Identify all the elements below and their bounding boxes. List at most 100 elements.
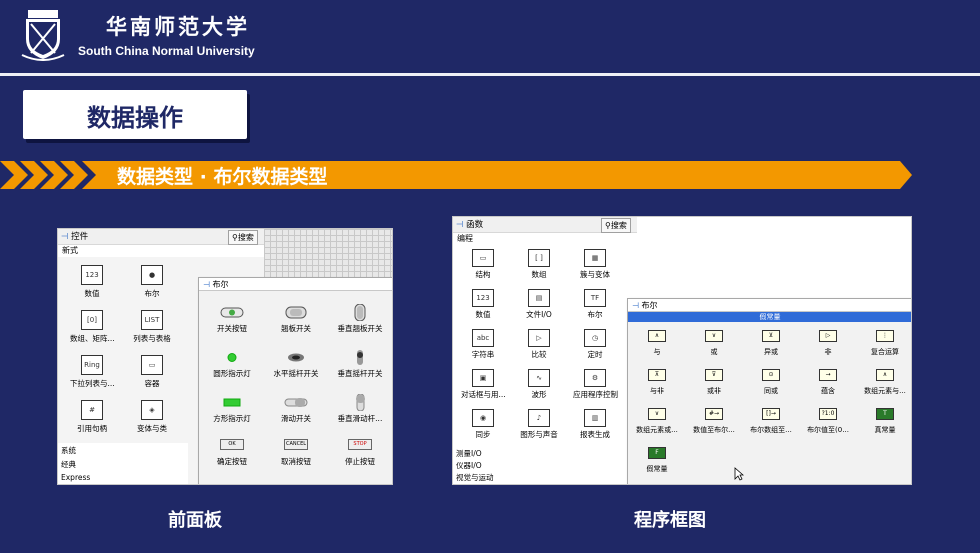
boolean-control[interactable]: 开关按钮 (200, 304, 264, 334)
boolean-control[interactable]: 垂直摇杆开关 (328, 349, 392, 379)
boolean-control[interactable]: 圆形指示灯 (200, 349, 264, 379)
boolean-function-icon: ⊼ (648, 369, 666, 381)
boolean-control[interactable]: 垂直翘板开关 (328, 303, 392, 334)
palette-item-icon: ▤ (528, 289, 550, 307)
boolean-control[interactable]: 滑动开关 (264, 394, 328, 424)
palette-item[interactable]: ● 布尔 (130, 265, 174, 299)
boolean-button-icon: STOP (348, 439, 372, 450)
boolean-function[interactable]: #→ 数值至布尔... (686, 408, 742, 435)
palette-item[interactable]: TF 布尔 (573, 289, 617, 320)
palette-item-label: 数组、矩阵... (70, 334, 115, 343)
boolean-control-icon (345, 349, 375, 366)
boolean-function[interactable]: []→ 布尔数组至... (743, 408, 799, 435)
palette-item-label: 图形与声音 (520, 430, 558, 439)
palette-item-label: 报表生成 (580, 430, 610, 439)
palette-item[interactable]: # 引用句柄 (70, 400, 114, 434)
palette-item[interactable]: [0] 数组、矩阵... (70, 310, 115, 344)
boolean-control-label: 取消按钮 (281, 457, 311, 466)
palette-item[interactable]: ▭ 容器 (130, 355, 174, 389)
boolean-control-label: 垂直滑动杆... (337, 414, 383, 423)
boolean-function[interactable]: ∧ 数组元素与... (857, 369, 911, 396)
caption-front-panel: 前面板 (168, 510, 222, 531)
palette-item-icon: ◈ (141, 400, 163, 420)
palette-item[interactable]: LIST 列表与表格 (130, 310, 174, 344)
boolean-function[interactable]: ∨ 数组元素或... (629, 408, 685, 435)
palette-item-label: 比较 (531, 350, 547, 359)
palette-item-icon: ▣ (472, 369, 494, 387)
palette-item[interactable]: ▣ 对话框与用... (461, 369, 506, 400)
palette-item[interactable]: ▤ 文件I/O (517, 289, 561, 320)
palette-item[interactable]: ▭ 结构 (461, 249, 505, 280)
palette-subcategories: 系统 经典 Express (58, 443, 188, 484)
boolean-control-label: 垂直翘板开关 (337, 324, 383, 333)
palette-item[interactable]: 123 数值 (70, 265, 114, 299)
search-label: 搜索 (610, 221, 627, 230)
boolean-control[interactable]: 垂直滑动杆... (328, 393, 392, 424)
boolean-function[interactable]: ⋮ 复合运算 (857, 330, 911, 357)
boolean-function[interactable]: ▷ 非 (800, 330, 856, 357)
boolean-function[interactable]: ⊽ 或非 (686, 369, 742, 396)
boolean-control[interactable]: 水平摇杆开关 (264, 349, 328, 379)
boolean-function-icon: []→ (762, 408, 780, 420)
boolean-control-label: 滑动开关 (281, 414, 311, 423)
palette-item[interactable]: 123 数值 (461, 289, 505, 320)
boolean-control[interactable]: STOP 停止按钮 (328, 439, 392, 467)
subcategory-express[interactable]: Express (61, 473, 90, 482)
palette-item[interactable]: ∿ 波形 (517, 369, 561, 400)
boolean-control[interactable]: CANCEL 取消按钮 (264, 439, 328, 467)
palette-item-icon: ▷ (528, 329, 550, 347)
pin-icon[interactable]: ⊣ (61, 232, 68, 242)
palette-item-icon: ● (141, 265, 163, 285)
boolean-function[interactable]: F 假常量 (629, 447, 685, 474)
palette-item[interactable]: ▦ 簇与变体 (573, 249, 617, 280)
boolean-control[interactable]: OK 确定按钮 (200, 439, 264, 467)
palette-item-icon: # (81, 400, 103, 420)
caption-block-diagram: 程序框图 (634, 510, 706, 531)
palette-category[interactable]: 新式 (58, 245, 264, 257)
subcategory-instrument-io[interactable]: 仪器I/O (456, 460, 482, 471)
palette-item[interactable]: ◉ 同步 (461, 409, 505, 440)
palette-item[interactable]: ◈ 变体与类 (130, 400, 174, 434)
pin-icon[interactable]: ⊣ (203, 280, 210, 289)
boolean-function-icon: ⊽ (705, 369, 723, 381)
palette-item[interactable]: ♪ 图形与声音 (517, 409, 561, 440)
subcategory-measurement-io[interactable]: 测量I/O (456, 448, 482, 459)
boolean-function[interactable]: ⊙ 同或 (743, 369, 799, 396)
palette-item[interactable]: ▥ 报表生成 (573, 409, 617, 440)
boolean-function[interactable]: ∨ 或 (686, 330, 742, 357)
boolean-function-subpalette-title: 布尔 (641, 301, 658, 310)
palette-item-icon: ▭ (472, 249, 494, 267)
subcategory-system[interactable]: 系统 (61, 445, 76, 456)
search-button[interactable]: ⚲搜索 (228, 230, 258, 245)
palette-item-label: 数值 (475, 310, 491, 319)
section-title-tab: 数据操作 (23, 90, 247, 139)
boolean-function[interactable]: ∧ 与 (629, 330, 685, 357)
palette-item[interactable]: ⚙ 应用程序控制 (573, 369, 618, 400)
boolean-control[interactable]: 翘板开关 (264, 304, 328, 334)
boolean-function[interactable]: ?1:0 布尔值至(0... (800, 408, 856, 435)
search-button[interactable]: ⚲搜索 (601, 218, 631, 233)
boolean-control-icon (281, 394, 311, 411)
palette-item-label: 簇与变体 (580, 270, 610, 279)
boolean-function[interactable]: ⊻ 异或 (743, 330, 799, 357)
boolean-function-label: 非 (824, 348, 832, 356)
palette-category[interactable]: 编程 (453, 233, 637, 245)
palette-item[interactable]: ▷ 比较 (517, 329, 561, 360)
palette-item[interactable]: abc 字符串 (461, 329, 505, 360)
palette-item-icon: ◷ (584, 329, 606, 347)
pin-icon[interactable]: ⊣ (632, 301, 639, 310)
boolean-button-icon: CANCEL (284, 439, 308, 450)
palette-item[interactable]: [ ] 数组 (517, 249, 561, 280)
boolean-function-label: 布尔数组至... (750, 426, 792, 434)
palette-item-label: 字符串 (471, 350, 495, 359)
boolean-function[interactable]: → 蕴含 (800, 369, 856, 396)
subcategory-classic[interactable]: 经典 (61, 459, 76, 470)
palette-item[interactable]: Ring 下拉列表与... (70, 355, 115, 389)
pin-icon[interactable]: ⊣ (456, 220, 463, 230)
boolean-control[interactable]: 方形指示灯 (200, 394, 264, 424)
boolean-function[interactable]: T 真常量 (857, 408, 911, 435)
boolean-function[interactable]: ⊼ 与非 (629, 369, 685, 396)
palette-item[interactable]: ◷ 定时 (573, 329, 617, 360)
subcategory-vision-motion[interactable]: 视觉与运动 (456, 472, 494, 483)
highlighted-item-name: 假常量 (628, 312, 911, 322)
